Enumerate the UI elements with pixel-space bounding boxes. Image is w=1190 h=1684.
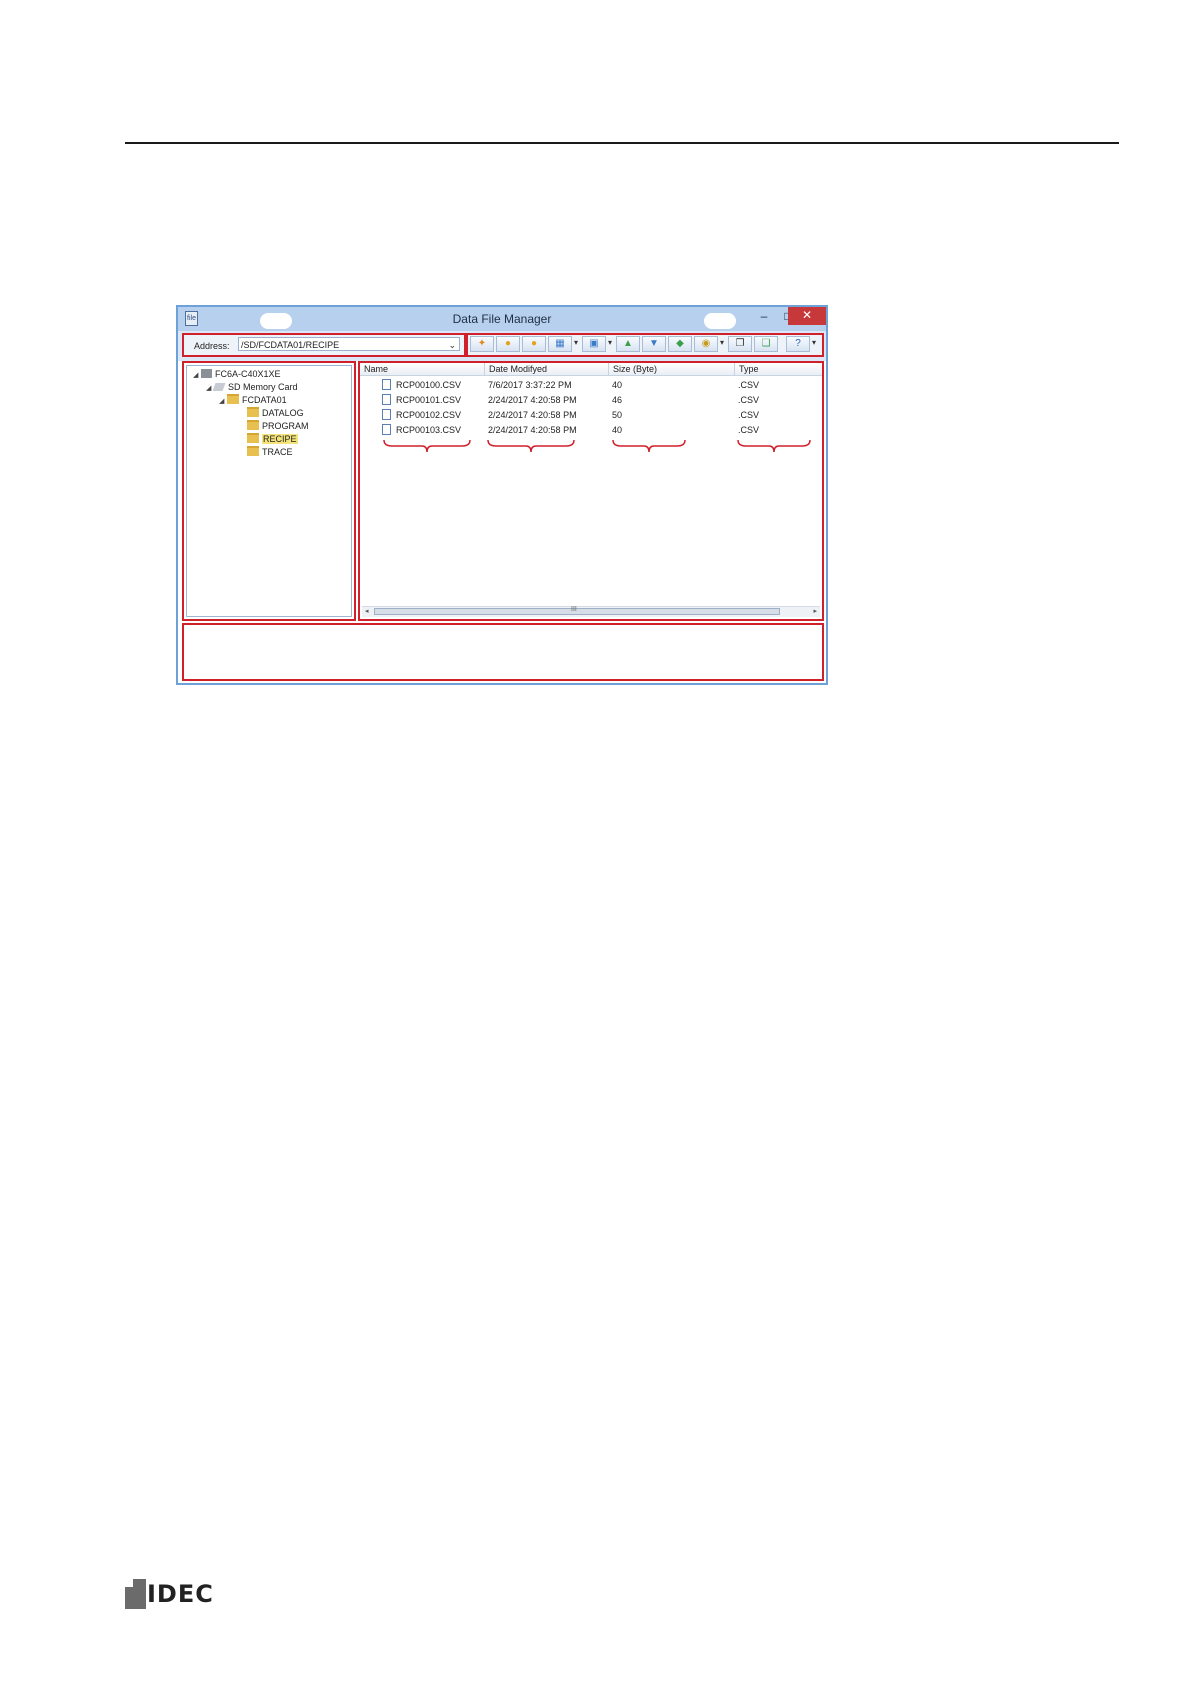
file-icon — [382, 409, 391, 420]
expand-arrow-icon[interactable]: ◢ — [219, 396, 227, 408]
tree-label-program: PROGRAM — [262, 421, 309, 431]
address-value: /SD/FCDATA01/RECIPE — [241, 340, 340, 350]
tree-item-trace[interactable]: TRACE — [247, 446, 293, 458]
scroll-right-icon[interactable]: ▸ — [813, 607, 817, 617]
tree-item-fcdata01[interactable]: ◢ FCDATA01 — [219, 394, 287, 406]
toolbar-row: Address: /SD/FCDATA01/RECIPE ⌄ ✦ ● ● ▦ ▾… — [178, 331, 826, 361]
help-dropdown-icon[interactable]: ▾ — [812, 338, 816, 347]
column-header-size[interactable]: Size (Byte) — [608, 363, 734, 375]
file-size: 40 — [612, 425, 623, 435]
view-dropdown-icon[interactable]: ▾ — [574, 338, 578, 347]
toolbar-buttons: ✦ ● ● ▦ ▾ ▣ ▾ ▲ ▼ ◆ ◉ ▾ ❐ ❏ ? ▾ — [466, 333, 824, 357]
file-type: .CSV — [738, 380, 760, 390]
table-row[interactable]: RCP00103.CSV 2/24/2017 4:20:58 PM 40 .CS… — [360, 423, 822, 438]
file-icon — [382, 424, 391, 435]
file-type: .CSV — [738, 410, 760, 420]
tree-label-device: FC6A-C40X1XE — [215, 369, 281, 379]
address-label: Address: — [194, 341, 230, 351]
file-size: 50 — [612, 410, 623, 420]
upload-icon[interactable]: ◆ — [668, 336, 692, 352]
table-row[interactable]: RCP00101.CSV 2/24/2017 4:20:58 PM 46 .CS… — [360, 393, 822, 408]
file-icon — [382, 394, 391, 405]
callout-brace-date — [487, 439, 575, 453]
folder-icon — [247, 420, 259, 430]
tree-label-recipe: RECIPE — [262, 434, 298, 444]
download-icon[interactable]: ▼ — [642, 336, 666, 352]
scroll-left-icon[interactable]: ◂ — [365, 607, 369, 617]
file-name: RCP00102.CSV — [396, 410, 462, 420]
tree-label-fcdata01: FCDATA01 — [242, 395, 287, 405]
scroll-grip: III — [571, 606, 577, 613]
close-button[interactable]: ✕ — [788, 307, 826, 325]
file-size: 46 — [612, 395, 623, 405]
paste-icon[interactable]: ❏ — [754, 336, 778, 352]
tree-item-device[interactable]: ◢ FC6A-C40X1XE — [193, 368, 281, 380]
logo-text: IDEC — [147, 1580, 214, 1608]
tree-item-program[interactable]: PROGRAM — [247, 420, 309, 432]
logo-mark — [125, 1579, 146, 1609]
folder-icon — [247, 407, 259, 417]
connect-icon[interactable]: ● — [496, 336, 520, 352]
tree-item-datalog[interactable]: DATALOG — [247, 407, 304, 419]
tree-item-recipe[interactable]: RECIPE — [247, 433, 298, 445]
column-header-date[interactable]: Date Modifyed — [484, 363, 608, 375]
status-pane — [182, 623, 824, 681]
expand-arrow-icon[interactable]: ◢ — [193, 370, 201, 382]
horizontal-scrollbar[interactable]: ◂ III ▸ — [362, 606, 820, 617]
tree-label-datalog: DATALOG — [262, 408, 304, 418]
title-bar[interactable]: file Data File Manager – □ ✕ — [178, 307, 826, 331]
chevron-down-icon[interactable]: ⌄ — [448, 338, 456, 352]
file-list-header: Name Date Modifyed Size (Byte) Type — [360, 363, 822, 376]
file-size: 40 — [612, 380, 623, 390]
settings-dropdown-icon[interactable]: ▾ — [720, 338, 724, 347]
header-rule — [125, 142, 1119, 144]
folder-icon — [247, 446, 259, 456]
table-row[interactable]: RCP00100.CSV 7/6/2017 3:37:22 PM 40 .CSV — [360, 378, 822, 393]
address-input[interactable]: /SD/FCDATA01/RECIPE ⌄ — [238, 337, 460, 351]
address-bar: Address: /SD/FCDATA01/RECIPE ⌄ — [182, 333, 466, 357]
folder-open-icon — [247, 433, 259, 443]
folder-icon — [227, 394, 239, 404]
callout-marker-2 — [704, 313, 736, 329]
file-name: RCP00103.CSV — [396, 425, 462, 435]
file-name: RCP00100.CSV — [396, 380, 462, 390]
file-list-pane: Name Date Modifyed Size (Byte) Type RCP0… — [358, 361, 824, 621]
file-date: 2/24/2017 4:20:58 PM — [488, 395, 577, 405]
folder-tree: ◢ FC6A-C40X1XE ◢ SD Memory Card ◢ FCDATA01 … — [186, 365, 352, 617]
column-header-name[interactable]: Name — [360, 363, 484, 375]
folder-tree-pane: ◢ FC6A-C40X1XE ◢ SD Memory Card ◢ FCDATA01 … — [182, 361, 356, 621]
file-type: .CSV — [738, 395, 760, 405]
file-date: 2/24/2017 4:20:58 PM — [488, 410, 577, 420]
help-icon[interactable]: ? — [786, 336, 810, 352]
settings-icon[interactable]: ◉ — [694, 336, 718, 352]
tree-label-trace: TRACE — [262, 447, 293, 457]
file-icon — [382, 379, 391, 390]
tree-label-sd-card: SD Memory Card — [228, 382, 298, 392]
file-type: .CSV — [738, 425, 760, 435]
refresh-icon[interactable]: ✦ — [470, 336, 494, 352]
table-row[interactable]: RCP00102.CSV 2/24/2017 4:20:58 PM 50 .CS… — [360, 408, 822, 423]
scroll-thumb[interactable]: III — [374, 606, 780, 615]
file-date: 7/6/2017 3:37:22 PM — [488, 380, 572, 390]
file-date: 2/24/2017 4:20:58 PM — [488, 425, 577, 435]
add-folder-icon[interactable]: ▲ — [616, 336, 640, 352]
disconnect-icon[interactable]: ● — [522, 336, 546, 352]
tree-item-sd-card[interactable]: ◢ SD Memory Card — [206, 381, 298, 393]
plc-icon — [201, 369, 212, 378]
callout-brace-size — [612, 439, 686, 453]
callout-brace-type — [737, 439, 811, 453]
sd-card-icon — [212, 383, 226, 391]
copy-icon[interactable]: ❐ — [728, 336, 752, 352]
file-name: RCP00101.CSV — [396, 395, 462, 405]
layout-dropdown-icon[interactable]: ▾ — [608, 338, 612, 347]
column-header-type[interactable]: Type — [734, 363, 822, 375]
view-icon[interactable]: ▦ — [548, 336, 572, 352]
data-file-manager-window: file Data File Manager – □ ✕ Address: /S… — [176, 305, 828, 685]
layout-icon[interactable]: ▣ — [582, 336, 606, 352]
callout-brace-name — [383, 439, 471, 453]
